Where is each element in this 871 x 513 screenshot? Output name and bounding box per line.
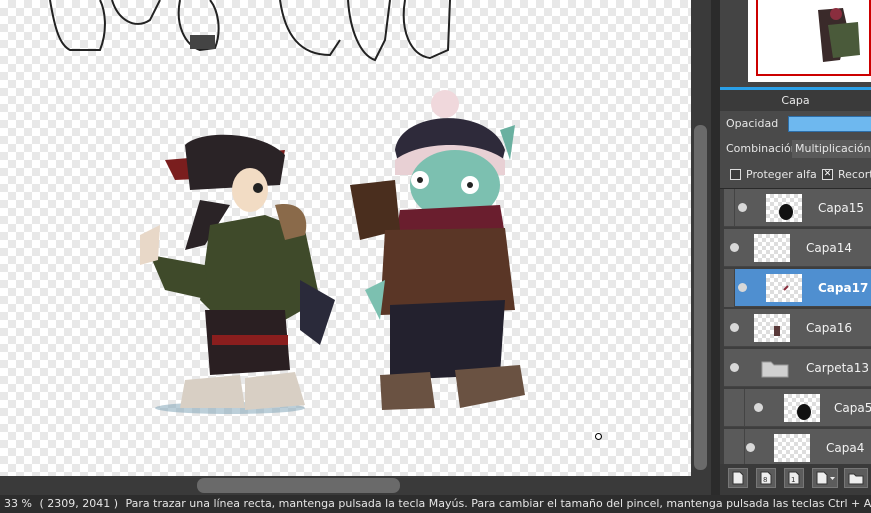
layer-thumbnail bbox=[784, 394, 820, 422]
right-panel: Capa Opacidad Combinación Multiplicación… bbox=[720, 0, 871, 495]
layer-name: Capa14 bbox=[806, 241, 852, 255]
clipping-label: Recort bbox=[838, 168, 871, 181]
vertical-scroll-thumb[interactable] bbox=[694, 125, 707, 470]
clipping-checkbox[interactable]: ✕ bbox=[822, 169, 833, 180]
navigator-view-frame[interactable] bbox=[756, 0, 871, 76]
brush-cursor bbox=[595, 433, 602, 440]
layer-name: Capa4 bbox=[826, 441, 865, 455]
cursor-coordinates: ( 2309, 2041 ) bbox=[39, 497, 119, 510]
vertical-scrollbar[interactable] bbox=[691, 0, 711, 476]
layer-indent bbox=[724, 269, 735, 307]
horizontal-scroll-thumb[interactable] bbox=[197, 478, 400, 493]
add-dropdown-icon bbox=[816, 471, 835, 485]
blend-mode-label: Combinación bbox=[726, 142, 798, 155]
protect-alpha-label: Proteger alfa bbox=[746, 168, 817, 181]
navigator-preview[interactable] bbox=[720, 0, 871, 87]
layer-indent bbox=[734, 429, 745, 467]
panel-splitter[interactable] bbox=[711, 0, 720, 495]
new-layer-button[interactable] bbox=[728, 468, 748, 488]
layer-thumbnail bbox=[774, 434, 810, 462]
layer-indent bbox=[734, 389, 745, 427]
layer-row[interactable]: Capa14 bbox=[724, 229, 871, 267]
svg-text:1: 1 bbox=[791, 476, 795, 484]
layer-name: Carpeta13 bbox=[806, 361, 869, 375]
eye-icon[interactable] bbox=[730, 323, 739, 332]
folder-icon bbox=[760, 357, 790, 382]
horizontal-scrollbar[interactable] bbox=[0, 476, 711, 495]
layer-row-selected[interactable]: Capa17 bbox=[724, 269, 871, 307]
layer-toolbar: 8 1 bbox=[720, 464, 871, 495]
new-layer-1bit-icon: 1 bbox=[788, 471, 800, 485]
layer-name: Capa15 bbox=[818, 201, 864, 215]
artwork bbox=[49, 0, 525, 414]
eye-icon[interactable] bbox=[754, 403, 763, 412]
layer-row-folder[interactable]: Carpeta13 bbox=[724, 349, 871, 387]
character-right bbox=[350, 90, 525, 410]
status-bar: 33 % ( 2309, 2041 ) Para trazar una líne… bbox=[0, 495, 871, 513]
layer-list[interactable]: Capa15 Capa14 Capa17 Capa16 Carpeta13 Ca… bbox=[720, 188, 871, 467]
sketch-strip bbox=[49, 0, 451, 62]
layer-thumbnail bbox=[766, 194, 802, 222]
new-vector-layer-button[interactable]: 8 bbox=[756, 468, 776, 488]
new-folder-button[interactable] bbox=[844, 468, 868, 488]
layer-row[interactable]: Capa4 bbox=[724, 429, 871, 467]
layer-thumbnail bbox=[766, 274, 802, 302]
new-layer-icon bbox=[732, 471, 744, 485]
layer-name: Capa5 bbox=[834, 401, 871, 415]
svg-text:8: 8 bbox=[763, 476, 767, 484]
layer-panel-title: Capa bbox=[720, 87, 871, 111]
status-hint: Para trazar una línea recta, mantenga pu… bbox=[125, 497, 871, 510]
eye-icon[interactable] bbox=[738, 283, 747, 292]
layer-thumbnail bbox=[754, 234, 790, 262]
protect-alpha-checkbox[interactable] bbox=[730, 169, 741, 180]
drawing-canvas[interactable] bbox=[0, 0, 691, 476]
layer-name: Capa17 bbox=[818, 281, 869, 295]
eye-icon[interactable] bbox=[730, 243, 739, 252]
navigator-thumbnail bbox=[748, 0, 871, 82]
eye-icon[interactable] bbox=[746, 443, 755, 452]
layer-row[interactable]: Capa16 bbox=[724, 309, 871, 347]
new-vector-layer-icon: 8 bbox=[760, 471, 772, 485]
new-1bit-layer-button[interactable]: 1 bbox=[784, 468, 804, 488]
layer-thumbnail bbox=[754, 314, 790, 342]
blend-mode-select[interactable]: Multiplicación bbox=[792, 140, 871, 158]
opacity-slider[interactable] bbox=[788, 116, 871, 132]
layer-name: Capa16 bbox=[806, 321, 852, 335]
add-layer-menu-button[interactable] bbox=[812, 468, 838, 488]
layer-indent bbox=[724, 189, 735, 227]
layer-row[interactable]: Capa5 bbox=[724, 389, 871, 427]
character-left bbox=[140, 134, 335, 414]
eye-icon[interactable] bbox=[730, 363, 739, 372]
layer-row[interactable]: Capa15 bbox=[724, 189, 871, 227]
new-folder-icon bbox=[848, 473, 864, 485]
eye-icon[interactable] bbox=[738, 203, 747, 212]
opacity-label: Opacidad bbox=[726, 117, 779, 130]
zoom-level: 33 % bbox=[4, 497, 32, 510]
